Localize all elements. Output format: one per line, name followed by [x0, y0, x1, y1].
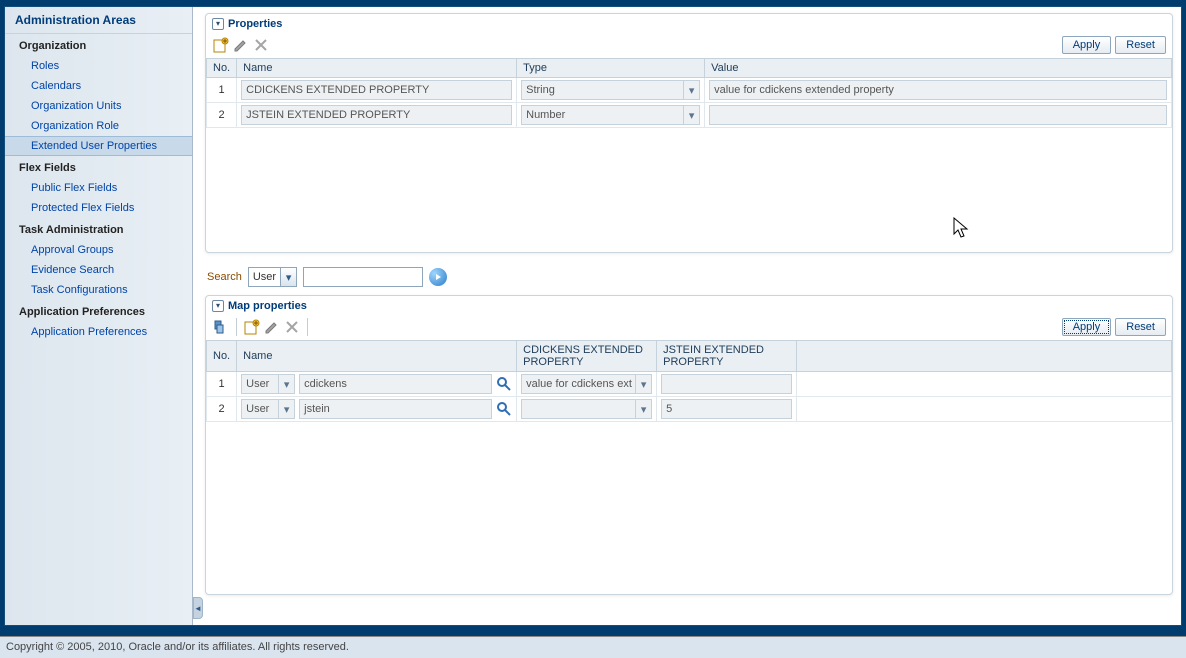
separator — [307, 318, 308, 336]
reset-button[interactable]: Reset — [1115, 36, 1166, 54]
sidebar-item[interactable]: Roles — [5, 56, 192, 76]
separator — [236, 318, 237, 336]
name-field[interactable]: CDICKENS EXTENDED PROPERTY — [241, 80, 512, 100]
value-field[interactable]: value for cdickens extended property — [709, 80, 1167, 100]
col-jstein[interactable]: JSTEIN EXTENDED PROPERTY — [657, 341, 797, 372]
sidebar-item[interactable]: Extended User Properties — [5, 136, 192, 156]
search-go-icon[interactable] — [429, 268, 447, 286]
sidebar-category: Task Administration — [5, 218, 192, 240]
col-blank[interactable] — [797, 341, 1172, 372]
chevron-down-icon: ▾ — [278, 400, 294, 418]
type-select[interactable]: String▾ — [521, 80, 700, 100]
col-type[interactable]: Type — [517, 59, 705, 78]
lookup-icon[interactable] — [496, 376, 512, 392]
name-field[interactable]: JSTEIN EXTENDED PROPERTY — [241, 105, 512, 125]
properties-table: No. Name Type Value 1CDICKENS EXTENDED P… — [206, 58, 1172, 128]
add-row-icon[interactable] — [243, 318, 261, 336]
chevron-down-icon: ▾ — [683, 81, 699, 99]
apply-button[interactable]: Apply — [1062, 318, 1112, 336]
search-input[interactable] — [303, 267, 423, 287]
delete-icon[interactable] — [283, 318, 301, 336]
col-name[interactable]: Name — [237, 341, 517, 372]
jstein-value-field[interactable] — [661, 374, 792, 394]
delete-icon[interactable] — [252, 36, 270, 54]
apply-button[interactable]: Apply — [1062, 36, 1112, 54]
chevron-down-icon: ▾ — [280, 268, 296, 286]
col-cdickens[interactable]: CDICKENS EXTENDED PROPERTY — [517, 341, 657, 372]
row-no: 1 — [207, 372, 237, 397]
cdickens-value-select[interactable]: ▾ — [521, 399, 652, 419]
edit-icon[interactable] — [232, 36, 250, 54]
sidebar-collapse-handle[interactable]: ◄ — [193, 597, 203, 619]
chevron-down-icon: ▾ — [278, 375, 294, 393]
col-no[interactable]: No. — [207, 59, 237, 78]
sidebar-category: Flex Fields — [5, 156, 192, 178]
value-field[interactable] — [709, 105, 1167, 125]
search-label: Search — [207, 271, 242, 283]
sidebar-item[interactable]: Public Flex Fields — [5, 178, 192, 198]
refresh-icon[interactable] — [212, 318, 230, 336]
cdickens-value-select[interactable]: value for cdickens ext▾ — [521, 374, 652, 394]
table-row[interactable]: 2JSTEIN EXTENDED PROPERTY Number▾ — [207, 103, 1172, 128]
sidebar-item[interactable]: Application Preferences — [5, 322, 192, 342]
name-field[interactable]: cdickens — [299, 374, 492, 394]
main: ▾ Properties Apply Reset — [193, 7, 1181, 625]
sidebar-item[interactable]: Task Configurations — [5, 280, 192, 300]
row-no: 2 — [207, 397, 237, 422]
sidebar-item[interactable]: Calendars — [5, 76, 192, 96]
lookup-icon[interactable] — [496, 401, 512, 417]
type-select[interactable]: Number▾ — [521, 105, 700, 125]
search-row: Search User ▾ — [205, 263, 1173, 295]
chevron-down-icon: ▾ — [635, 400, 651, 418]
col-no[interactable]: No. — [207, 341, 237, 372]
name-type-select[interactable]: User▾ — [241, 399, 295, 419]
sidebar-item[interactable]: Organization Units — [5, 96, 192, 116]
sidebar-item[interactable]: Evidence Search — [5, 260, 192, 280]
sidebar-item[interactable]: Organization Role — [5, 116, 192, 136]
sidebar-content: OrganizationRolesCalendarsOrganization U… — [5, 34, 192, 342]
map-table: No. Name CDICKENS EXTENDED PROPERTY JSTE… — [206, 340, 1172, 422]
sidebar: Administration Areas OrganizationRolesCa… — [5, 7, 193, 625]
name-field[interactable]: jstein — [299, 399, 492, 419]
edit-icon[interactable] — [263, 318, 281, 336]
sidebar-category: Application Preferences — [5, 300, 192, 322]
sidebar-category: Organization — [5, 34, 192, 56]
sidebar-title: Administration Areas — [5, 7, 192, 34]
sidebar-item[interactable]: Protected Flex Fields — [5, 198, 192, 218]
sidebar-item[interactable]: Approval Groups — [5, 240, 192, 260]
footer-copyright: Copyright © 2005, 2010, Oracle and/or it… — [0, 636, 1186, 658]
col-value[interactable]: Value — [705, 59, 1172, 78]
properties-panel: ▾ Properties Apply Reset — [205, 13, 1173, 253]
table-row[interactable]: 1User▾cdickens value for cdickens ext▾ — [207, 372, 1172, 397]
chevron-down-icon: ▾ — [683, 106, 699, 124]
disclosure-icon[interactable]: ▾ — [212, 18, 224, 30]
table-row[interactable]: 1CDICKENS EXTENDED PROPERTY String▾ value … — [207, 78, 1172, 103]
properties-title: Properties — [228, 18, 282, 30]
add-row-icon[interactable] — [212, 36, 230, 54]
map-title: Map properties — [228, 300, 307, 312]
chevron-down-icon: ▾ — [635, 375, 651, 393]
row-no: 2 — [207, 103, 237, 128]
map-properties-panel: ▾ Map properties Apply — [205, 295, 1173, 595]
row-no: 1 — [207, 78, 237, 103]
disclosure-icon[interactable]: ▾ — [212, 300, 224, 312]
jstein-value-field[interactable]: 5 — [661, 399, 792, 419]
table-row[interactable]: 2User▾jstein ▾ 5 — [207, 397, 1172, 422]
name-type-select[interactable]: User▾ — [241, 374, 295, 394]
search-type-select[interactable]: User ▾ — [248, 267, 297, 287]
reset-button[interactable]: Reset — [1115, 318, 1166, 336]
col-name[interactable]: Name — [237, 59, 517, 78]
